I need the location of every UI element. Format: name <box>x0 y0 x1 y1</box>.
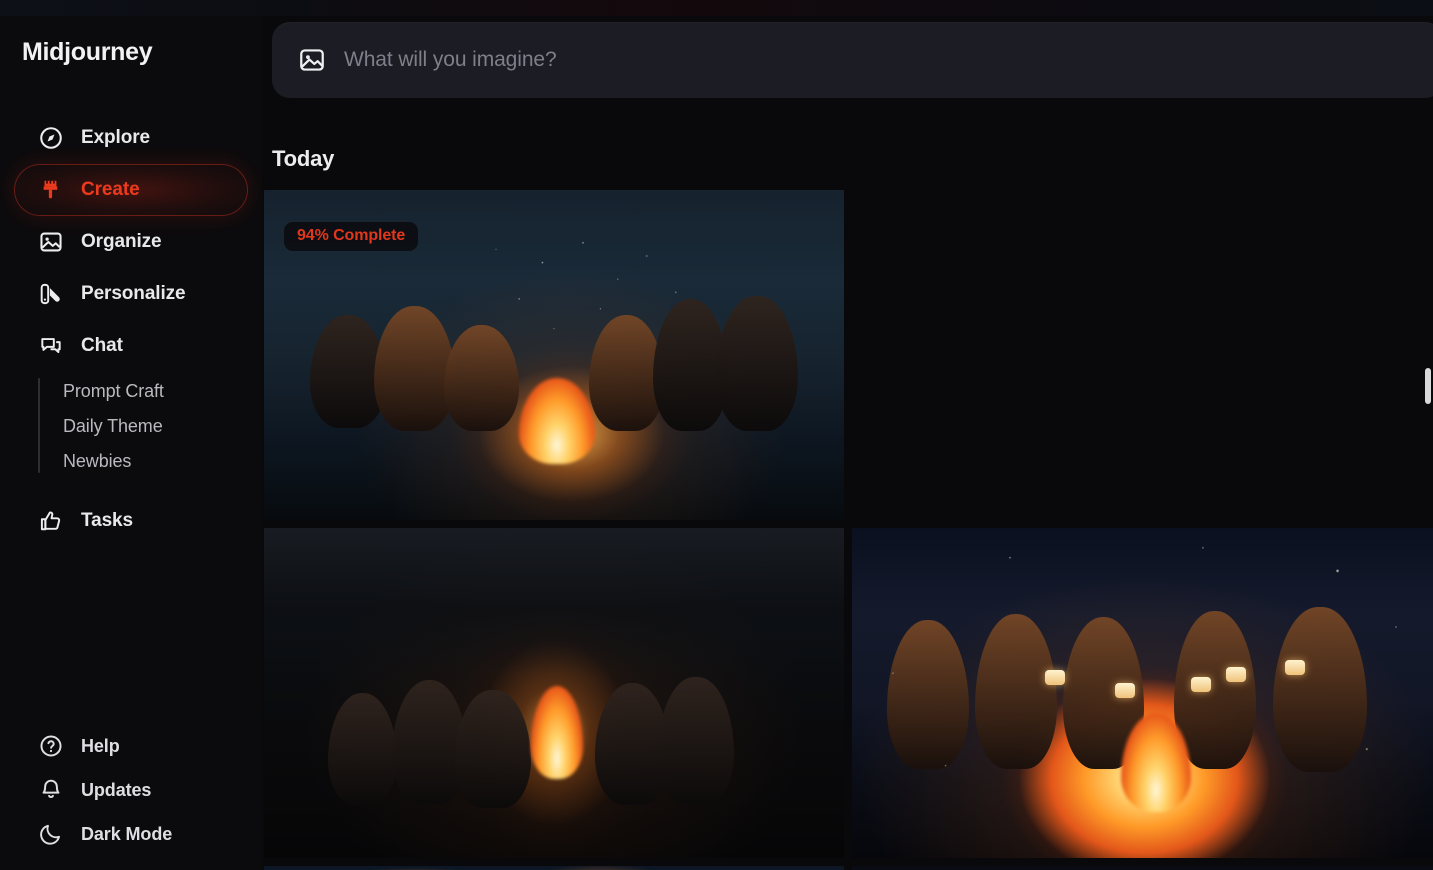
sidebar-item-updates[interactable]: Updates <box>14 768 248 812</box>
gallery-card[interactable] <box>264 866 844 870</box>
vertical-scrollbar-thumb[interactable] <box>1425 368 1431 404</box>
sidebar-item-personalize[interactable]: Personalize <box>14 268 248 320</box>
chat-bubble-icon <box>38 333 64 359</box>
gallery-grid: 94% Complete <box>262 190 1433 870</box>
status-badge: 94% Complete <box>284 222 419 251</box>
sidebar-item-help[interactable]: Help <box>14 724 248 768</box>
sidebar-item-tasks[interactable]: Tasks <box>14 495 248 547</box>
prompt-placeholder-text: What will you imagine? <box>344 48 557 71</box>
artwork-thumbnail <box>264 528 844 858</box>
artwork-thumbnail <box>852 528 1433 858</box>
sidebar-subitem-newbies[interactable]: Newbies <box>63 444 262 479</box>
chat-subitem-list: Prompt Craft Daily Theme Newbies <box>38 374 262 479</box>
sidebar-item-explore[interactable]: Explore <box>14 112 248 164</box>
moon-icon <box>38 821 64 847</box>
sidebar-item-label: Chat <box>81 335 123 356</box>
main-content: What will you imagine? Today 94% Complet… <box>262 0 1433 870</box>
sidebar-item-label: Personalize <box>81 283 186 304</box>
compass-icon <box>38 125 64 151</box>
sidebar-primary-nav: Explore Create Organize Personalize Chat… <box>0 112 262 547</box>
sidebar-item-create[interactable]: Create <box>14 164 248 216</box>
prompt-input-bar[interactable]: What will you imagine? <box>272 22 1433 98</box>
artwork-thumbnail <box>852 866 1433 870</box>
sidebar-item-label: Updates <box>81 779 152 800</box>
bell-icon <box>38 777 64 803</box>
artwork-thumbnail <box>264 866 844 870</box>
sidebar-item-chat[interactable]: Chat <box>14 320 248 372</box>
sidebar-item-label: Explore <box>81 127 150 148</box>
question-circle-icon <box>38 733 64 759</box>
sidebar-item-label: Create <box>81 179 140 200</box>
gallery-card[interactable] <box>852 528 1433 858</box>
gallery-card[interactable] <box>264 528 844 858</box>
gallery-card[interactable]: 94% Complete <box>264 190 844 520</box>
image-stack-icon <box>38 229 64 255</box>
sidebar-item-label: Dark Mode <box>81 823 173 844</box>
thumbs-up-icon <box>38 508 64 534</box>
sidebar-item-organize[interactable]: Organize <box>14 216 248 268</box>
paintbrush-icon <box>38 177 64 203</box>
sidebar-item-label: Tasks <box>81 510 133 531</box>
sidebar-subitem-daily-theme[interactable]: Daily Theme <box>63 409 262 444</box>
sidebar-bottom-nav: Help Updates Dark Mode <box>0 724 262 870</box>
sidebar-item-label: Organize <box>81 231 162 252</box>
app-root: Midjourney Explore Create Organize Perso… <box>0 0 1433 870</box>
sidebar-subitem-prompt-craft[interactable]: Prompt Craft <box>63 374 262 409</box>
sidebar-item-dark-mode[interactable]: Dark Mode <box>14 812 248 856</box>
sidebar: Midjourney Explore Create Organize Perso… <box>0 0 262 870</box>
section-title-today: Today <box>272 146 335 171</box>
app-brand-title: Midjourney <box>22 38 153 66</box>
image-icon <box>298 46 326 74</box>
sidebar-item-label: Help <box>81 735 120 756</box>
gallery-card[interactable] <box>852 866 1433 870</box>
palette-icon <box>38 281 64 307</box>
